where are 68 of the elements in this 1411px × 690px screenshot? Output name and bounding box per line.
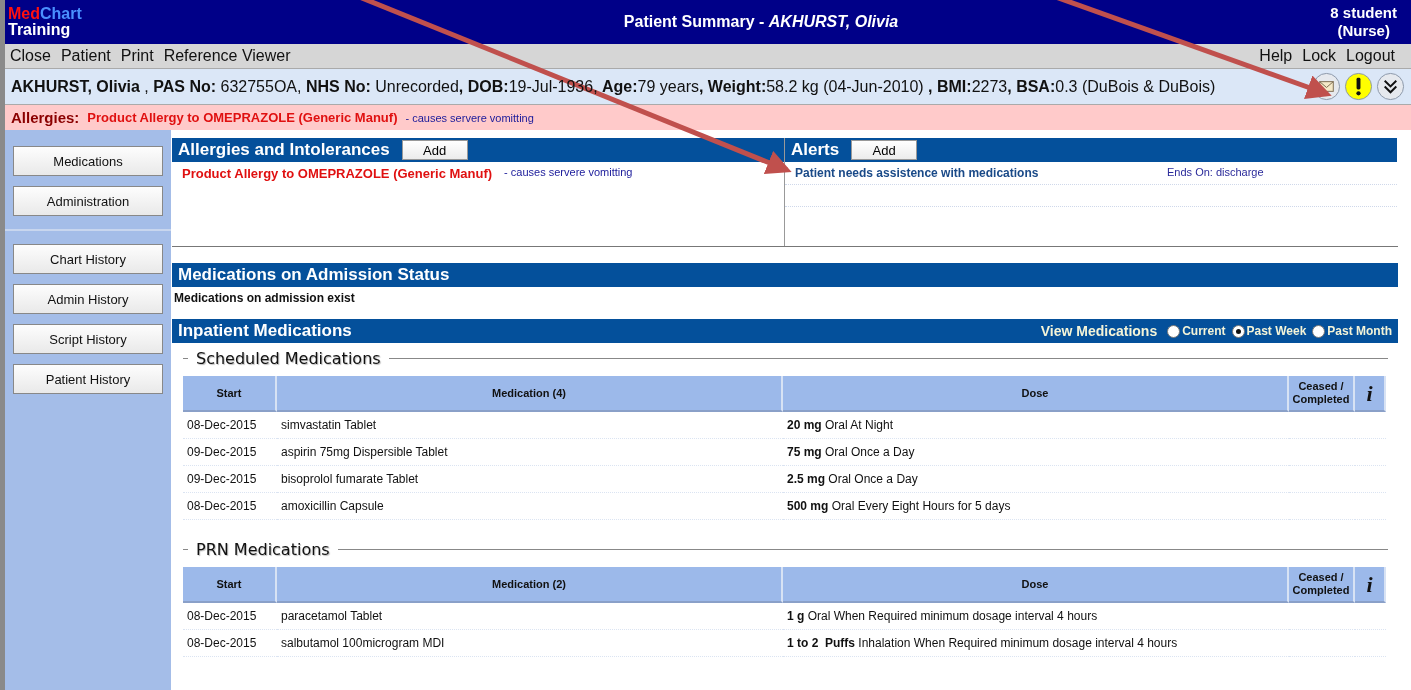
sidebar-button[interactable]: Patient History <box>13 364 163 394</box>
table-cell: 500 mg Oral Every Eight Hours for 5 days <box>783 493 1289 520</box>
menu-item[interactable]: Lock <box>1302 47 1337 65</box>
sidebar-button[interactable]: Admin History <box>13 284 163 314</box>
column-header: Ceased / Completed <box>1289 567 1355 603</box>
column-header: Start <box>183 567 277 603</box>
menu-item[interactable]: Patient <box>60 47 111 65</box>
menu-item[interactable]: Close <box>10 47 51 65</box>
column-header: Ceased / Completed <box>1289 376 1355 412</box>
menu-item[interactable]: Logout <box>1346 47 1395 65</box>
table-cell: simvastatin Tablet <box>277 412 783 439</box>
table-cell: amoxicillin Capsule <box>277 493 783 520</box>
add-button[interactable]: Add <box>401 140 468 160</box>
table-cell: 1 to 2 Puffs Inhalation When Required minimum dosage interval 4 hours <box>783 630 1289 657</box>
sidebar-button[interactable]: Administration <box>13 186 163 216</box>
table-cell: 2.5 mg Oral Once a Day <box>783 466 1289 493</box>
alert-text: Patient needs assistence with medications <box>795 166 1040 180</box>
group-legend: PRN Medications <box>196 540 330 559</box>
table-cell: 1 g Oral When Required minimum dosage interval 4 hours <box>783 603 1289 630</box>
logo-subtitle: Training <box>8 22 72 38</box>
table-cell: paracetamol Tablet <box>277 603 783 630</box>
table-cell: 75 mg Oral Once a Day <box>783 439 1289 466</box>
view-medications-label: View Medications <box>1040 323 1158 339</box>
column-header: i <box>1355 567 1386 603</box>
allergy-reaction: - causes servere vomitting <box>504 166 633 178</box>
section-title: Medications on Admission Status <box>178 265 450 285</box>
table-cell: 09-Dec-2015 <box>183 466 277 493</box>
section-title: Inpatient Medications <box>178 321 352 341</box>
allergy-name: Product Allergy to OMEPRAZOLE (Generic Manuf) <box>182 166 493 181</box>
user-role: (Nurse) <box>1337 22 1390 40</box>
alert-end: Ends On: discharge <box>1167 166 1264 178</box>
table-cell: 09-Dec-2015 <box>183 439 277 466</box>
window-title: Patient Summary - AKHURST, Olivia <box>623 13 899 31</box>
menu-item[interactable]: Reference Viewer <box>163 47 291 65</box>
group-legend: Scheduled Medications <box>196 349 381 368</box>
column-header: Medication (4) <box>277 376 783 412</box>
column-header: i <box>1355 376 1386 412</box>
table-cell: aspirin 75mg Dispersible Tablet <box>277 439 783 466</box>
allergy-name: Product Allergy to OMEPRAZOLE (Generic Manuf) <box>87 110 398 125</box>
table-cell: 08-Dec-2015 <box>183 493 277 520</box>
column-header: Dose <box>783 376 1289 412</box>
sidebar-button[interactable]: Chart History <box>13 244 163 274</box>
table-cell: salbutamol 100microgram MDI <box>277 630 783 657</box>
sidebar-button[interactable]: Script History <box>13 324 163 354</box>
column-header: Medication (2) <box>277 567 783 603</box>
table-cell: 08-Dec-2015 <box>183 603 277 630</box>
add-button[interactable]: Add <box>851 140 918 160</box>
user-name: 8 student <box>1330 4 1397 22</box>
menu-item[interactable]: Help <box>1259 47 1293 65</box>
expand-icon[interactable] <box>1376 72 1405 101</box>
view-option[interactable]: Past Month <box>1312 324 1392 338</box>
medchart-logo: MedChart <box>8 6 82 22</box>
section-title: Alerts <box>791 140 840 160</box>
table-cell: 08-Dec-2015 <box>183 630 277 657</box>
table-cell: 08-Dec-2015 <box>183 412 277 439</box>
section-title: Allergies and Intolerances <box>178 140 390 160</box>
allergy-reaction: - causes servere vomitting <box>405 111 534 124</box>
table-cell: 20 mg Oral At Night <box>783 412 1289 439</box>
column-header: Dose <box>783 567 1289 603</box>
table-cell: bisoprolol fumarate Tablet <box>277 466 783 493</box>
view-option[interactable]: Past Week <box>1231 324 1307 338</box>
column-header: Start <box>183 376 277 412</box>
view-option[interactable]: Current <box>1167 324 1226 338</box>
allergies-label: Allergies: <box>11 109 80 126</box>
admission-status-text: Medications on admission exist <box>173 290 356 307</box>
warning-icon[interactable] <box>1344 72 1373 101</box>
menu-item[interactable]: Print <box>120 47 154 65</box>
sidebar-button[interactable]: Medications <box>13 146 163 176</box>
